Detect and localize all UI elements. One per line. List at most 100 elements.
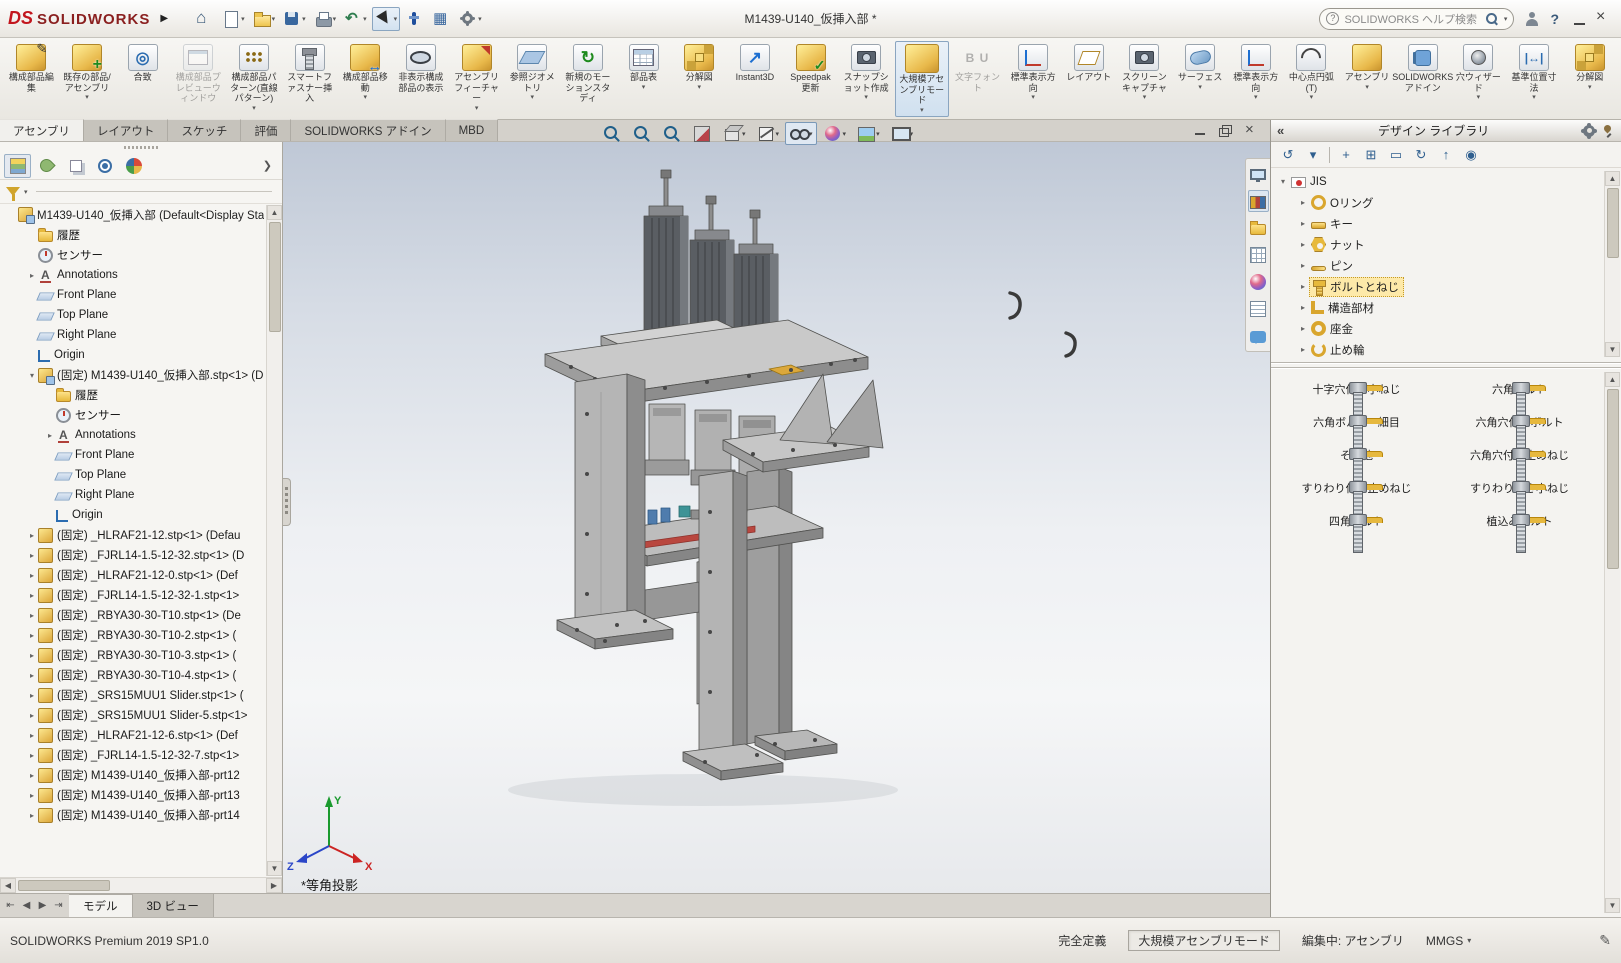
scroll-down-icon[interactable]: ▼ bbox=[267, 861, 282, 876]
command-tab[interactable]: スケッチ bbox=[168, 119, 241, 141]
collapse-panel-icon[interactable]: « bbox=[1277, 123, 1284, 138]
select-arrow[interactable]: ▾ bbox=[372, 7, 401, 31]
feature-tree-item[interactable]: ▸ (固定) _RBYA30-30-T10-3.stp<1> ( bbox=[0, 645, 265, 665]
library-folder-item[interactable]: 六角ボルト - 細目 bbox=[1282, 413, 1432, 430]
probe[interactable] bbox=[402, 7, 427, 31]
library-folder-item[interactable]: 十字穴付き小ねじ bbox=[1282, 380, 1432, 397]
doc-restore[interactable] bbox=[1214, 121, 1235, 140]
expand-arrow-icon[interactable]: ▸ bbox=[26, 791, 38, 800]
library-tree-item[interactable]: ▾ JIS bbox=[1277, 171, 1603, 192]
sheet-tab[interactable]: 3D ビュー bbox=[133, 894, 214, 917]
expand-arrow-icon[interactable]: ▸ bbox=[26, 611, 38, 620]
3d-model-assembly[interactable]: Y X Z bbox=[283, 142, 1270, 893]
library-folder-item[interactable]: 六角ボルト bbox=[1445, 380, 1595, 397]
hole-wizard[interactable]: 穴ウィザード ▾ bbox=[1451, 41, 1506, 117]
feature-tree-item[interactable]: 履歴 bbox=[0, 225, 265, 245]
filter-funnel-icon[interactable] bbox=[6, 187, 20, 196]
feature-tree-item[interactable]: Origin bbox=[0, 345, 265, 365]
fm-tree[interactable] bbox=[4, 154, 31, 178]
expand-arrow-icon[interactable]: ▸ bbox=[26, 691, 38, 700]
move-up[interactable]: ↑ bbox=[1437, 147, 1455, 162]
component-preview-window[interactable]: 構成部品プレビューウィンドウ bbox=[171, 41, 226, 117]
expand-arrow-icon[interactable]: ▸ bbox=[44, 431, 56, 440]
expand-arrow-icon[interactable]: ▾ bbox=[26, 371, 38, 380]
scroll-thumb[interactable] bbox=[269, 222, 281, 332]
feature-tree-item[interactable]: ▸ (固定) _RBYA30-30-T10-4.stp<1> ( bbox=[0, 665, 265, 685]
feature-tree-item[interactable]: ▸ Annotations bbox=[0, 425, 265, 445]
scroll-up-icon[interactable]: ▲ bbox=[1605, 171, 1620, 186]
flyout-expand-icon[interactable]: ❯ bbox=[257, 159, 278, 172]
first-tab[interactable]: ⇤ bbox=[3, 900, 18, 911]
large-assembly-mode[interactable]: 大規模アセンブリモード ▾ bbox=[895, 41, 950, 117]
save[interactable]: ▾ bbox=[280, 7, 309, 31]
status-large-assembly-mode[interactable]: 大規模アセンブリモード bbox=[1128, 930, 1279, 951]
status-units-selector[interactable]: MMGS ▾ bbox=[1426, 934, 1471, 948]
tree-horizontal-scrollbar[interactable]: ◀ ▶ bbox=[0, 877, 282, 893]
scroll-thumb[interactable] bbox=[1607, 389, 1619, 569]
feature-tree-item[interactable]: Right Plane bbox=[0, 325, 265, 345]
scroll-down-icon[interactable]: ▼ bbox=[1605, 898, 1620, 913]
user-account-icon[interactable] bbox=[1524, 11, 1540, 27]
library-folder-item[interactable]: すりわり付き止めねじ bbox=[1282, 479, 1432, 496]
note-font[interactable]: 文字フォント bbox=[950, 41, 1005, 117]
exploded-view-2[interactable]: 分解図 ▾ bbox=[1562, 41, 1617, 117]
scroll-thumb[interactable] bbox=[1607, 188, 1619, 258]
library-tree-item[interactable]: ▸ 座金 bbox=[1277, 318, 1603, 339]
command-tab[interactable]: SOLIDWORKS アドイン bbox=[291, 119, 445, 141]
expand-arrow-icon[interactable]: ▸ bbox=[1297, 240, 1309, 249]
library-items-scrollbar[interactable]: ▲ ▼ bbox=[1604, 372, 1620, 913]
expand-arrow-icon[interactable]: ▸ bbox=[1297, 282, 1309, 291]
command-tab[interactable]: MBD bbox=[446, 119, 499, 141]
next-tab[interactable]: ▶ bbox=[35, 900, 50, 911]
library-tree-scrollbar[interactable]: ▲ ▼ bbox=[1604, 171, 1620, 357]
feature-tree-item[interactable]: ▸ (固定) _SRS15MUU1 Slider-5.stp<1> bbox=[0, 705, 265, 725]
feature-tree-item[interactable]: ▸ (固定) _FJRL14-1.5-12-32-1.stp<1> bbox=[0, 585, 265, 605]
solidworks-resources[interactable] bbox=[1248, 163, 1269, 185]
command-tab[interactable]: レイアウト bbox=[84, 119, 169, 141]
sheet-tab[interactable]: モデル bbox=[69, 894, 133, 917]
feature-tree-item[interactable]: ▸ (固定) _RBYA30-30-T10.stp<1> (De bbox=[0, 605, 265, 625]
linear-component-pattern[interactable]: 構成部品パターン(直線パターン) ▾ bbox=[227, 41, 282, 117]
feature-tree-item[interactable]: ▸ (固定) _FJRL14-1.5-12-32-7.stp<1> bbox=[0, 745, 265, 765]
library-folder-item[interactable]: 六角穴付きボルト bbox=[1445, 413, 1595, 430]
expand-arrow-icon[interactable]: ▸ bbox=[1297, 345, 1309, 354]
feature-tree-item[interactable]: ▸ (固定) M1439-U140_仮挿入部-prt13 bbox=[0, 785, 265, 805]
scroll-down-icon[interactable]: ▼ bbox=[1605, 342, 1620, 357]
mate[interactable]: 合致 bbox=[115, 41, 170, 117]
apply-scene[interactable]: ▾ bbox=[852, 122, 884, 145]
feature-tree-item[interactable]: Top Plane bbox=[0, 465, 265, 485]
move-component[interactable]: 構成部品移動 ▾ bbox=[338, 41, 393, 117]
feature-tree-item[interactable]: ▸ (固定) M1439-U140_仮挿入部-prt14 bbox=[0, 805, 265, 825]
library-folder-item[interactable]: 植込みボルト bbox=[1445, 512, 1595, 529]
library-tree-item[interactable]: ▸ 止め輪 bbox=[1277, 339, 1603, 360]
feature-tree-item[interactable]: ▸ Annotations bbox=[0, 265, 265, 285]
panel-splitter-handle[interactable] bbox=[283, 478, 291, 526]
library-folder-item[interactable]: その他 bbox=[1282, 446, 1432, 463]
assembly-features[interactable]: アセンブリフィーチャー ▾ bbox=[449, 41, 504, 117]
new-doc[interactable]: ▾ bbox=[219, 7, 248, 31]
feature-tree-item[interactable]: ▾ (固定) M1439-U140_仮挿入部.stp<1> (D bbox=[0, 365, 265, 385]
feature-tree-item[interactable]: ▸ (固定) _HLRAF21-12-0.stp<1> (Def bbox=[0, 565, 265, 585]
scroll-up-icon[interactable]: ▲ bbox=[267, 205, 282, 220]
scroll-right-icon[interactable]: ▶ bbox=[266, 878, 282, 893]
feature-tree-item[interactable]: Origin bbox=[0, 505, 265, 525]
expand-arrow-icon[interactable]: ▸ bbox=[1297, 219, 1309, 228]
options-gear[interactable]: ▾ bbox=[456, 7, 485, 31]
command-tab[interactable]: アセンブリ bbox=[0, 119, 84, 141]
centerpoint-arc[interactable]: 中心点円弧(T) ▾ bbox=[1284, 41, 1339, 117]
search-scope-caret-icon[interactable]: ▾ bbox=[1504, 15, 1508, 23]
undo[interactable]: ▾ bbox=[341, 7, 370, 31]
library-folder-item[interactable]: すりわり付き小ねじ bbox=[1445, 479, 1595, 496]
add-to-library[interactable]: + bbox=[1337, 147, 1355, 162]
expand-arrow-icon[interactable]: ▸ bbox=[26, 731, 38, 740]
edit-component[interactable]: 構成部品編集 bbox=[4, 41, 59, 117]
view-orientation[interactable]: ▾ bbox=[718, 122, 750, 145]
tree-vertical-scrollbar[interactable]: ▲ ▼ bbox=[266, 205, 282, 876]
zoom-to-fit[interactable] bbox=[598, 122, 626, 145]
feature-tree-item[interactable]: 履歴 bbox=[0, 385, 265, 405]
last-tab[interactable]: ⇥ bbox=[51, 900, 66, 911]
refresh[interactable]: ↻ bbox=[1412, 147, 1430, 163]
feature-tree-item[interactable]: ▸ (固定) _RBYA30-30-T10-2.stp<1> ( bbox=[0, 625, 265, 645]
feature-tree-root[interactable]: M1439-U140_仮挿入部 (Default<Display Sta bbox=[0, 204, 282, 225]
menu-expand-arrow-icon[interactable]: ▶ bbox=[160, 13, 168, 24]
